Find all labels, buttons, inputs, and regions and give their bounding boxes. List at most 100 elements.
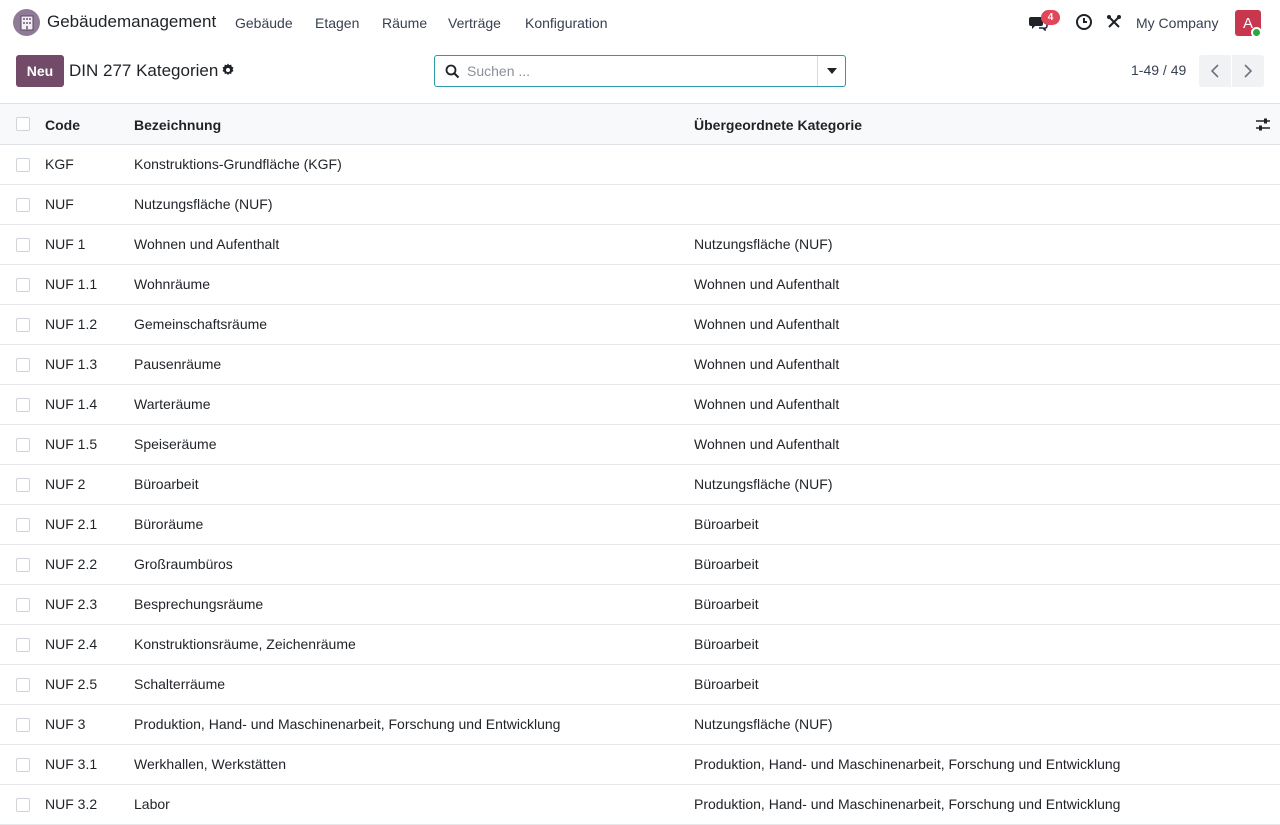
cell-parent: Wohnen und Aufenthalt xyxy=(694,316,840,332)
cell-parent: Büroarbeit xyxy=(694,516,759,532)
presence-status-indicator xyxy=(1251,27,1262,38)
table-header: Code Bezeichnung Übergeordnete Kategorie xyxy=(0,104,1280,145)
row-checkbox[interactable] xyxy=(16,558,30,572)
app-name[interactable]: Gebäudemanagement xyxy=(47,12,216,32)
cell-bezeichnung: Schalterräume xyxy=(134,676,226,692)
row-checkbox[interactable] xyxy=(16,398,30,412)
row-checkbox[interactable] xyxy=(16,278,30,292)
cell-bezeichnung: Konstruktionsräume, Zeichenräume xyxy=(134,636,356,652)
row-checkbox[interactable] xyxy=(16,318,30,332)
cell-parent: Produktion, Hand- und Maschinenarbeit, F… xyxy=(694,756,1121,772)
table-row[interactable]: NUF 2.4 Konstruktionsräume, Zeichenräume B… xyxy=(0,625,1280,665)
search-icon xyxy=(445,64,460,79)
cell-code: NUF xyxy=(45,196,74,212)
cell-bezeichnung: Besprechungsräume xyxy=(134,596,264,612)
cell-bezeichnung: Konstruktions-Grundfläche (KGF) xyxy=(134,156,342,172)
table-row[interactable]: NUF 2.2 Großraumbüros Büroarbeit xyxy=(0,545,1280,585)
table-row[interactable]: NUF 1.1 Wohnräume Wohnen und Aufenthalt xyxy=(0,265,1280,305)
column-header-parent[interactable]: Übergeordnete Kategorie xyxy=(694,117,862,133)
select-all-checkbox[interactable] xyxy=(16,117,30,131)
row-checkbox[interactable] xyxy=(16,678,30,692)
row-checkbox[interactable] xyxy=(16,198,30,212)
cell-parent: Produktion, Hand- und Maschinenarbeit, F… xyxy=(694,796,1121,812)
row-checkbox[interactable] xyxy=(16,158,30,172)
cell-parent: Wohnen und Aufenthalt xyxy=(694,436,840,452)
table-row[interactable]: NUF 1.2 Gemeinschaftsräume Wohnen und Aufe… xyxy=(0,305,1280,345)
cell-parent: Büroarbeit xyxy=(694,596,759,612)
row-checkbox[interactable] xyxy=(16,798,30,812)
cell-bezeichnung: Labor xyxy=(134,796,170,812)
pager-value[interactable]: 1-49 / 49 xyxy=(1131,62,1186,78)
clock-icon[interactable] xyxy=(1074,12,1094,32)
menu-item-konfiguration[interactable]: Konfiguration xyxy=(525,15,608,31)
cell-bezeichnung: Werkhallen, Werkstätten xyxy=(134,756,286,772)
building-icon[interactable] xyxy=(13,9,40,36)
cell-code: NUF 2.4 xyxy=(45,636,98,652)
cell-bezeichnung: Produktion, Hand- und Maschinenarbeit, F… xyxy=(134,716,561,732)
table-row[interactable]: NUF 2.1 Büroräume Büroarbeit xyxy=(0,505,1280,545)
cell-code: NUF 2.3 xyxy=(45,596,98,612)
cell-code: NUF 2.1 xyxy=(45,516,98,532)
table-row[interactable]: NUF 1.4 Warteräume Wohnen und Aufenthalt xyxy=(0,385,1280,425)
row-checkbox[interactable] xyxy=(16,518,30,532)
cell-code: NUF 1.3 xyxy=(45,356,98,372)
search-input[interactable] xyxy=(467,56,817,86)
table-row[interactable]: NUF 2.5 Schalterräume Büroarbeit xyxy=(0,665,1280,705)
row-checkbox[interactable] xyxy=(16,478,30,492)
row-checkbox[interactable] xyxy=(16,238,30,252)
column-header-code[interactable]: Code xyxy=(45,117,80,133)
cell-code: NUF 2 xyxy=(45,476,86,492)
table-row[interactable]: NUF 3 Produktion, Hand- und Maschinenarbe… xyxy=(0,705,1280,745)
menu-item-gebaeude[interactable]: Gebäude xyxy=(235,15,293,31)
gear-icon[interactable] xyxy=(221,63,235,77)
table-row[interactable]: KGF Konstruktions-Grundfläche (KGF) xyxy=(0,145,1280,185)
table-row[interactable]: NUF Nutzungsfläche (NUF) xyxy=(0,185,1280,225)
table-row[interactable]: NUF 3.2 Labor Produktion, Hand- und Maschi… xyxy=(0,785,1280,825)
cell-code: NUF 3.1 xyxy=(45,756,98,772)
row-checkbox[interactable] xyxy=(16,358,30,372)
row-checkbox[interactable] xyxy=(16,638,30,652)
menu-item-raeume[interactable]: Räume xyxy=(382,15,427,31)
menu-item-etagen[interactable]: Etagen xyxy=(315,15,359,31)
menu-item-vertraege[interactable]: Verträge xyxy=(448,15,501,31)
cell-code: NUF 2.5 xyxy=(45,676,98,692)
column-settings-icon[interactable] xyxy=(1255,117,1271,133)
row-checkbox[interactable] xyxy=(16,718,30,732)
cell-code: NUF 1.5 xyxy=(45,436,98,452)
chevron-right-icon[interactable] xyxy=(1232,55,1264,87)
cell-code: KGF xyxy=(45,156,74,172)
new-button[interactable]: Neu xyxy=(16,55,64,87)
cell-parent: Nutzungsfläche (NUF) xyxy=(694,716,833,732)
page-title: DIN 277 Kategorien xyxy=(69,61,219,80)
cell-parent: Büroarbeit xyxy=(694,636,759,652)
row-checkbox[interactable] xyxy=(16,598,30,612)
cell-bezeichnung: Büroarbeit xyxy=(134,476,199,492)
column-header-bezeichnung[interactable]: Bezeichnung xyxy=(134,117,221,133)
cell-bezeichnung: Nutzungsfläche (NUF) xyxy=(134,196,273,212)
table-row[interactable]: NUF 3.1 Werkhallen, Werkstätten Produktion… xyxy=(0,745,1280,785)
cell-code: NUF 3.2 xyxy=(45,796,98,812)
table-body: KGF Konstruktions-Grundfläche (KGF) NUF Nut… xyxy=(0,145,1280,825)
company-switcher[interactable]: My Company xyxy=(1136,15,1218,31)
caret-down-icon[interactable] xyxy=(817,56,846,86)
cell-bezeichnung: Speiseräume xyxy=(134,436,217,452)
table-row[interactable]: NUF 1.5 Speiseräume Wohnen und Aufenthalt xyxy=(0,425,1280,465)
top-navbar: Gebäudemanagement Gebäude Etagen Räume V… xyxy=(0,0,1280,46)
table-row[interactable]: NUF 1.3 Pausenräume Wohnen und Aufenthalt xyxy=(0,345,1280,385)
table-row[interactable]: NUF 2 Büroarbeit Nutzungsfläche (NUF) xyxy=(0,465,1280,505)
cell-code: NUF 2.2 xyxy=(45,556,98,572)
search-bar xyxy=(434,55,846,87)
table-row[interactable]: NUF 1 Wohnen und Aufenthalt Nutzungsfläche… xyxy=(0,225,1280,265)
table-row[interactable]: NUF 2.3 Besprechungsräume Büroarbeit xyxy=(0,585,1280,625)
cell-bezeichnung: Großraumbüros xyxy=(134,556,233,572)
cell-code: NUF 1 xyxy=(45,236,86,252)
cell-parent: Nutzungsfläche (NUF) xyxy=(694,476,833,492)
cell-parent: Büroarbeit xyxy=(694,556,759,572)
chevron-left-icon[interactable] xyxy=(1199,55,1231,87)
categories-table: Code Bezeichnung Übergeordnete Kategorie… xyxy=(0,103,1280,825)
cell-bezeichnung: Warteräume xyxy=(134,396,211,412)
cell-parent: Wohnen und Aufenthalt xyxy=(694,276,840,292)
tools-icon[interactable] xyxy=(1104,12,1124,32)
row-checkbox[interactable] xyxy=(16,438,30,452)
row-checkbox[interactable] xyxy=(16,758,30,772)
